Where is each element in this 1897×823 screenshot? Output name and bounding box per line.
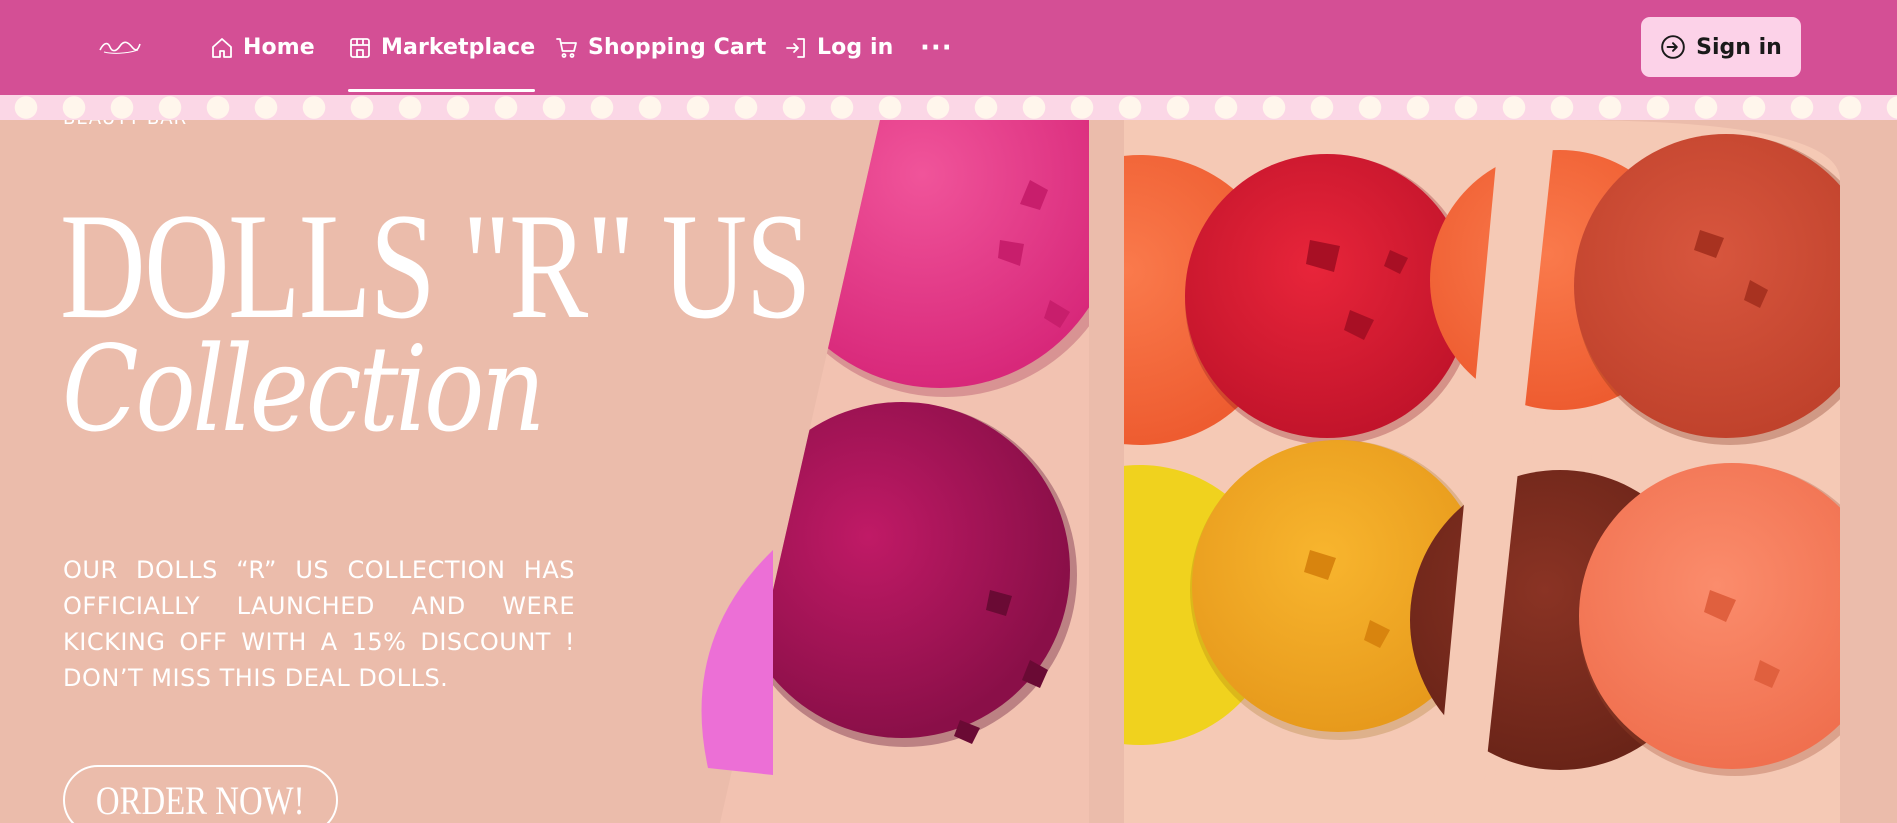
nav-item-label: Shopping Cart xyxy=(588,35,767,60)
eyeshadow-palette-image xyxy=(701,120,1840,823)
cart-icon xyxy=(556,37,577,58)
hero-subtitle: Collection xyxy=(62,320,546,458)
home-icon xyxy=(212,37,232,58)
more-menu-button[interactable]: ··· xyxy=(920,0,953,95)
hero-description: OUR DOLLS “R” US COLLECTION HAS OFFICIAL… xyxy=(63,556,575,692)
order-now-label: ORDER NOW! xyxy=(96,777,305,823)
more-dots-icon: ··· xyxy=(920,32,953,63)
order-now-button[interactable]: ORDER NOW! xyxy=(63,765,338,823)
nav-item-label: Marketplace xyxy=(381,35,536,60)
sign-in-label: Sign in xyxy=(1696,34,1782,60)
sign-in-icon xyxy=(1661,35,1685,59)
top-navbar: Home Marketplace Shopping Cart Log in ··… xyxy=(0,0,1897,95)
sign-in-button[interactable]: Sign in xyxy=(1641,17,1801,77)
polka-dot-divider xyxy=(0,95,1897,120)
hero-eyebrow-label: BEAUTY BAR xyxy=(63,120,187,129)
nav-item-login[interactable]: Log in xyxy=(784,0,893,95)
store-icon xyxy=(350,37,370,58)
brand-script-logo-icon xyxy=(99,41,141,54)
login-icon xyxy=(786,37,805,58)
nav-item-label: Home xyxy=(243,35,315,60)
nav-item-marketplace[interactable]: Marketplace xyxy=(348,0,536,95)
nav-item-home[interactable]: Home xyxy=(210,0,315,95)
hero-banner: BEAUTY BAR DOLLS "R" US Collection OUR D… xyxy=(0,120,1897,823)
nav-item-shopping-cart[interactable]: Shopping Cart xyxy=(555,0,766,95)
nav-item-label: Log in xyxy=(817,35,894,60)
brand-logo[interactable] xyxy=(98,38,142,56)
